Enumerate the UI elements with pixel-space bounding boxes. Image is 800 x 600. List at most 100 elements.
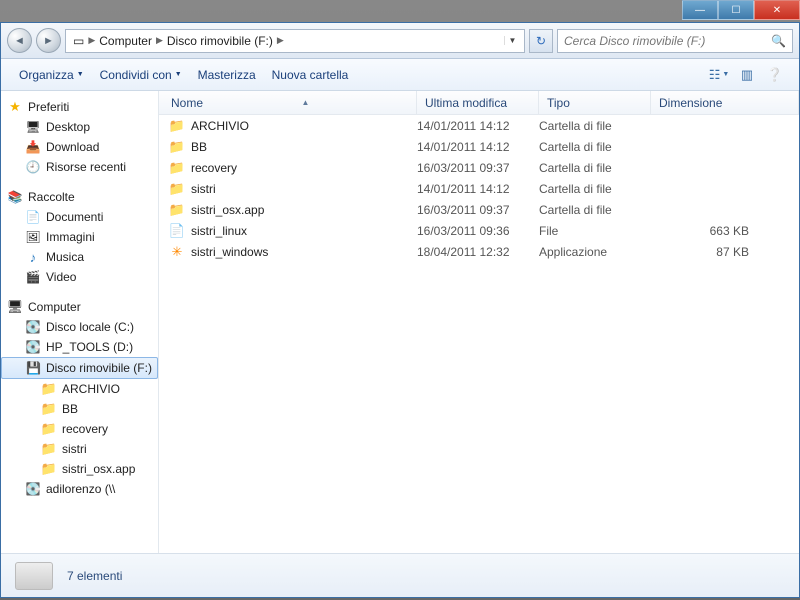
- column-headers: Nome▲ Ultima modifica Tipo Dimensione: [159, 91, 799, 115]
- column-size[interactable]: Dimensione: [651, 91, 799, 114]
- folder-icon: [41, 401, 57, 417]
- sidebar-item-documents[interactable]: Documenti: [1, 207, 158, 227]
- breadcrumb-separator-icon: ▶: [155, 35, 164, 46]
- file-row[interactable]: recovery 16/03/2011 09:37Cartella di file: [159, 157, 799, 178]
- sidebar-item-music[interactable]: Musica: [1, 247, 158, 267]
- column-type[interactable]: Tipo: [539, 91, 651, 114]
- file-date: 14/01/2011 14:12: [417, 140, 539, 154]
- computer-icon: [7, 299, 23, 315]
- sidebar-item-archivio[interactable]: ARCHIVIO: [1, 379, 158, 399]
- network-drive-icon: [25, 481, 41, 497]
- file-type: Cartella di file: [539, 140, 651, 154]
- sidebar-item-video[interactable]: Video: [1, 267, 158, 287]
- toolbar: Organizza▼ Condividi con▼ Masterizza Nuo…: [1, 59, 799, 91]
- folder-icon: [41, 421, 57, 437]
- sidebar-item-removable[interactable]: Disco rimovibile (F:): [1, 357, 158, 379]
- file-row[interactable]: ARCHIVIO14/01/2011 14:12Cartella di file: [159, 115, 799, 136]
- breadcrumb-computer[interactable]: Computer: [96, 30, 155, 52]
- file-type: Cartella di file: [539, 182, 651, 196]
- column-modified[interactable]: Ultima modifica: [417, 91, 539, 114]
- file-row[interactable]: sistri 14/01/2011 14:12Cartella di file: [159, 178, 799, 199]
- disk-icon: [25, 339, 41, 355]
- maximize-button[interactable]: ☐: [718, 0, 754, 20]
- file-date: 16/03/2011 09:36: [417, 224, 539, 238]
- sidebar-item-images[interactable]: Immagini: [1, 227, 158, 247]
- toolbar-organize[interactable]: Organizza▼: [11, 64, 92, 86]
- nav-pane: Preferiti Desktop Download Risorse recen…: [1, 91, 159, 553]
- document-icon: [25, 209, 41, 225]
- file-size: 663 KB: [651, 224, 799, 238]
- sidebar-item-bb[interactable]: BB: [1, 399, 158, 419]
- address-dropdown-icon[interactable]: ▼: [504, 36, 520, 45]
- chevron-down-icon: ▼: [175, 71, 182, 78]
- file-date: 14/01/2011 14:12: [417, 182, 539, 196]
- file-type: Applicazione: [539, 245, 651, 259]
- column-name[interactable]: Nome▲: [159, 91, 417, 114]
- sidebar-item-sistri[interactable]: sistri: [1, 439, 158, 459]
- folder-icon: [169, 202, 185, 218]
- address-bar[interactable]: ▭ ▶ Computer ▶ Disco rimovibile (F:) ▶ ▼: [65, 29, 525, 53]
- address-bar-row: ◄ ► ▭ ▶ Computer ▶ Disco rimovibile (F:)…: [1, 23, 799, 59]
- desktop-icon: [25, 119, 41, 135]
- sidebar-item-desktop[interactable]: Desktop: [1, 117, 158, 137]
- sidebar-item-hptools[interactable]: HP_TOOLS (D:): [1, 337, 158, 357]
- status-bar: 7 elementi: [1, 553, 799, 597]
- content-area: Preferiti Desktop Download Risorse recen…: [1, 91, 799, 553]
- toolbar-share[interactable]: Condividi con▼: [92, 64, 190, 86]
- chevron-down-icon: ▼: [77, 71, 84, 78]
- music-icon: [25, 249, 41, 265]
- libraries-icon: [7, 189, 23, 205]
- nav-forward-button[interactable]: ►: [36, 28, 61, 53]
- folder-icon: [169, 160, 185, 176]
- images-icon: [25, 229, 41, 245]
- refresh-button[interactable]: ↻: [529, 29, 553, 53]
- sidebar-item-recent[interactable]: Risorse recenti: [1, 157, 158, 177]
- file-list: Nome▲ Ultima modifica Tipo Dimensione AR…: [159, 91, 799, 553]
- folder-icon: [169, 118, 185, 134]
- file-type: Cartella di file: [539, 161, 651, 175]
- sidebar-item-network[interactable]: adilorenzo (\\: [1, 479, 158, 499]
- search-icon[interactable]: 🔍: [771, 34, 786, 48]
- file-type: Cartella di file: [539, 119, 651, 133]
- file-date: 16/03/2011 09:37: [417, 203, 539, 217]
- preview-pane-button[interactable]: ▥: [733, 67, 761, 83]
- view-options-button[interactable]: ☷ ▼: [705, 67, 733, 83]
- file-rows: ARCHIVIO14/01/2011 14:12Cartella di file…: [159, 115, 799, 553]
- toolbar-burn[interactable]: Masterizza: [190, 64, 264, 86]
- file-row[interactable]: sistri_osx.app16/03/2011 09:37Cartella d…: [159, 199, 799, 220]
- close-button[interactable]: ✕: [754, 0, 800, 20]
- sidebar-computer[interactable]: Computer: [1, 297, 158, 317]
- file-date: 18/04/2011 12:32: [417, 245, 539, 259]
- breadcrumb-separator-icon: ▶: [87, 35, 96, 46]
- star-icon: [7, 99, 23, 115]
- file-date: 16/03/2011 09:37: [417, 161, 539, 175]
- file-name: recovery: [191, 161, 237, 175]
- folder-icon: [41, 381, 57, 397]
- minimize-button[interactable]: —: [682, 0, 718, 20]
- sidebar-item-recovery[interactable]: recovery: [1, 419, 158, 439]
- file-row[interactable]: BB14/01/2011 14:12Cartella di file: [159, 136, 799, 157]
- file-size: 87 KB: [651, 245, 799, 259]
- file-type: File: [539, 224, 651, 238]
- file-icon: [169, 223, 185, 239]
- nav-back-button[interactable]: ◄: [7, 28, 32, 53]
- file-row[interactable]: sistri_linux16/03/2011 09:36File663 KB: [159, 220, 799, 241]
- sidebar-favorites[interactable]: Preferiti: [1, 97, 158, 117]
- drive-large-icon: [15, 562, 53, 590]
- sidebar-item-sistriosx[interactable]: sistri_osx.app: [1, 459, 158, 479]
- sidebar-item-download[interactable]: Download: [1, 137, 158, 157]
- breadcrumb-drive[interactable]: Disco rimovibile (F:): [164, 30, 276, 52]
- disk-icon: [25, 319, 41, 335]
- usb-icon: [26, 360, 41, 376]
- help-button[interactable]: ❔: [761, 67, 789, 83]
- file-name: sistri: [191, 182, 216, 196]
- search-box[interactable]: 🔍: [557, 29, 793, 53]
- recent-icon: [25, 159, 41, 175]
- sidebar-libraries[interactable]: Raccolte: [1, 187, 158, 207]
- video-icon: [25, 269, 41, 285]
- toolbar-newfolder[interactable]: Nuova cartella: [264, 64, 357, 86]
- search-input[interactable]: [564, 34, 771, 48]
- folder-icon: [169, 139, 185, 155]
- file-row[interactable]: sistri_windows18/04/2011 12:32Applicazio…: [159, 241, 799, 262]
- sidebar-item-localdisk[interactable]: Disco locale (C:): [1, 317, 158, 337]
